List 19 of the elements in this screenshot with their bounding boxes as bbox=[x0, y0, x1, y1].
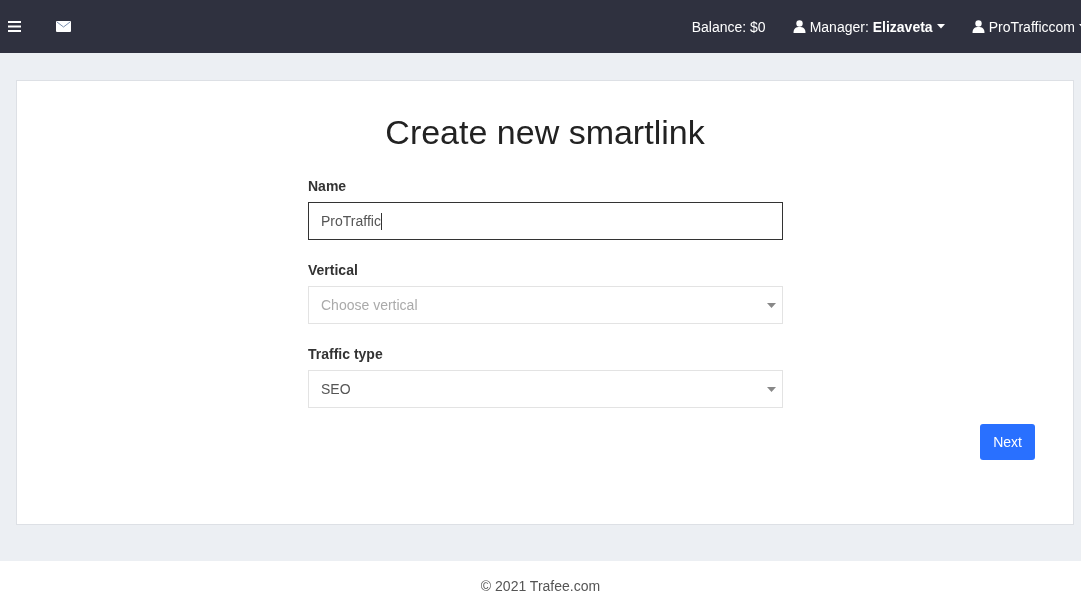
user-icon bbox=[971, 20, 985, 33]
dropdown-arrow-icon bbox=[767, 303, 776, 308]
field-label: Name bbox=[308, 178, 348, 194]
manager-menu[interactable]: Manager: Elizaveta bbox=[792, 18, 945, 35]
field-label: Vertical bbox=[308, 262, 359, 278]
select-dropdown[interactable]: SEO bbox=[308, 370, 783, 408]
balance-text: Balance: $0 bbox=[691, 18, 766, 35]
page-title: Create new smartlink bbox=[384, 113, 706, 152]
caret-icon bbox=[936, 24, 945, 29]
mail-icon[interactable] bbox=[56, 21, 71, 32]
name-input[interactable]: ProTraffic bbox=[308, 202, 783, 240]
copyright-text: © 2021 Trafee.com bbox=[480, 577, 601, 594]
next-button[interactable]: Next bbox=[980, 424, 1035, 460]
account-menu[interactable]: ProTrafficcom bbox=[971, 18, 1081, 35]
field-label: Traffic type bbox=[308, 346, 384, 362]
text-cursor bbox=[380, 212, 382, 230]
menu-icon[interactable] bbox=[8, 21, 21, 32]
dropdown-arrow-icon bbox=[767, 387, 776, 392]
user-icon bbox=[792, 20, 806, 33]
